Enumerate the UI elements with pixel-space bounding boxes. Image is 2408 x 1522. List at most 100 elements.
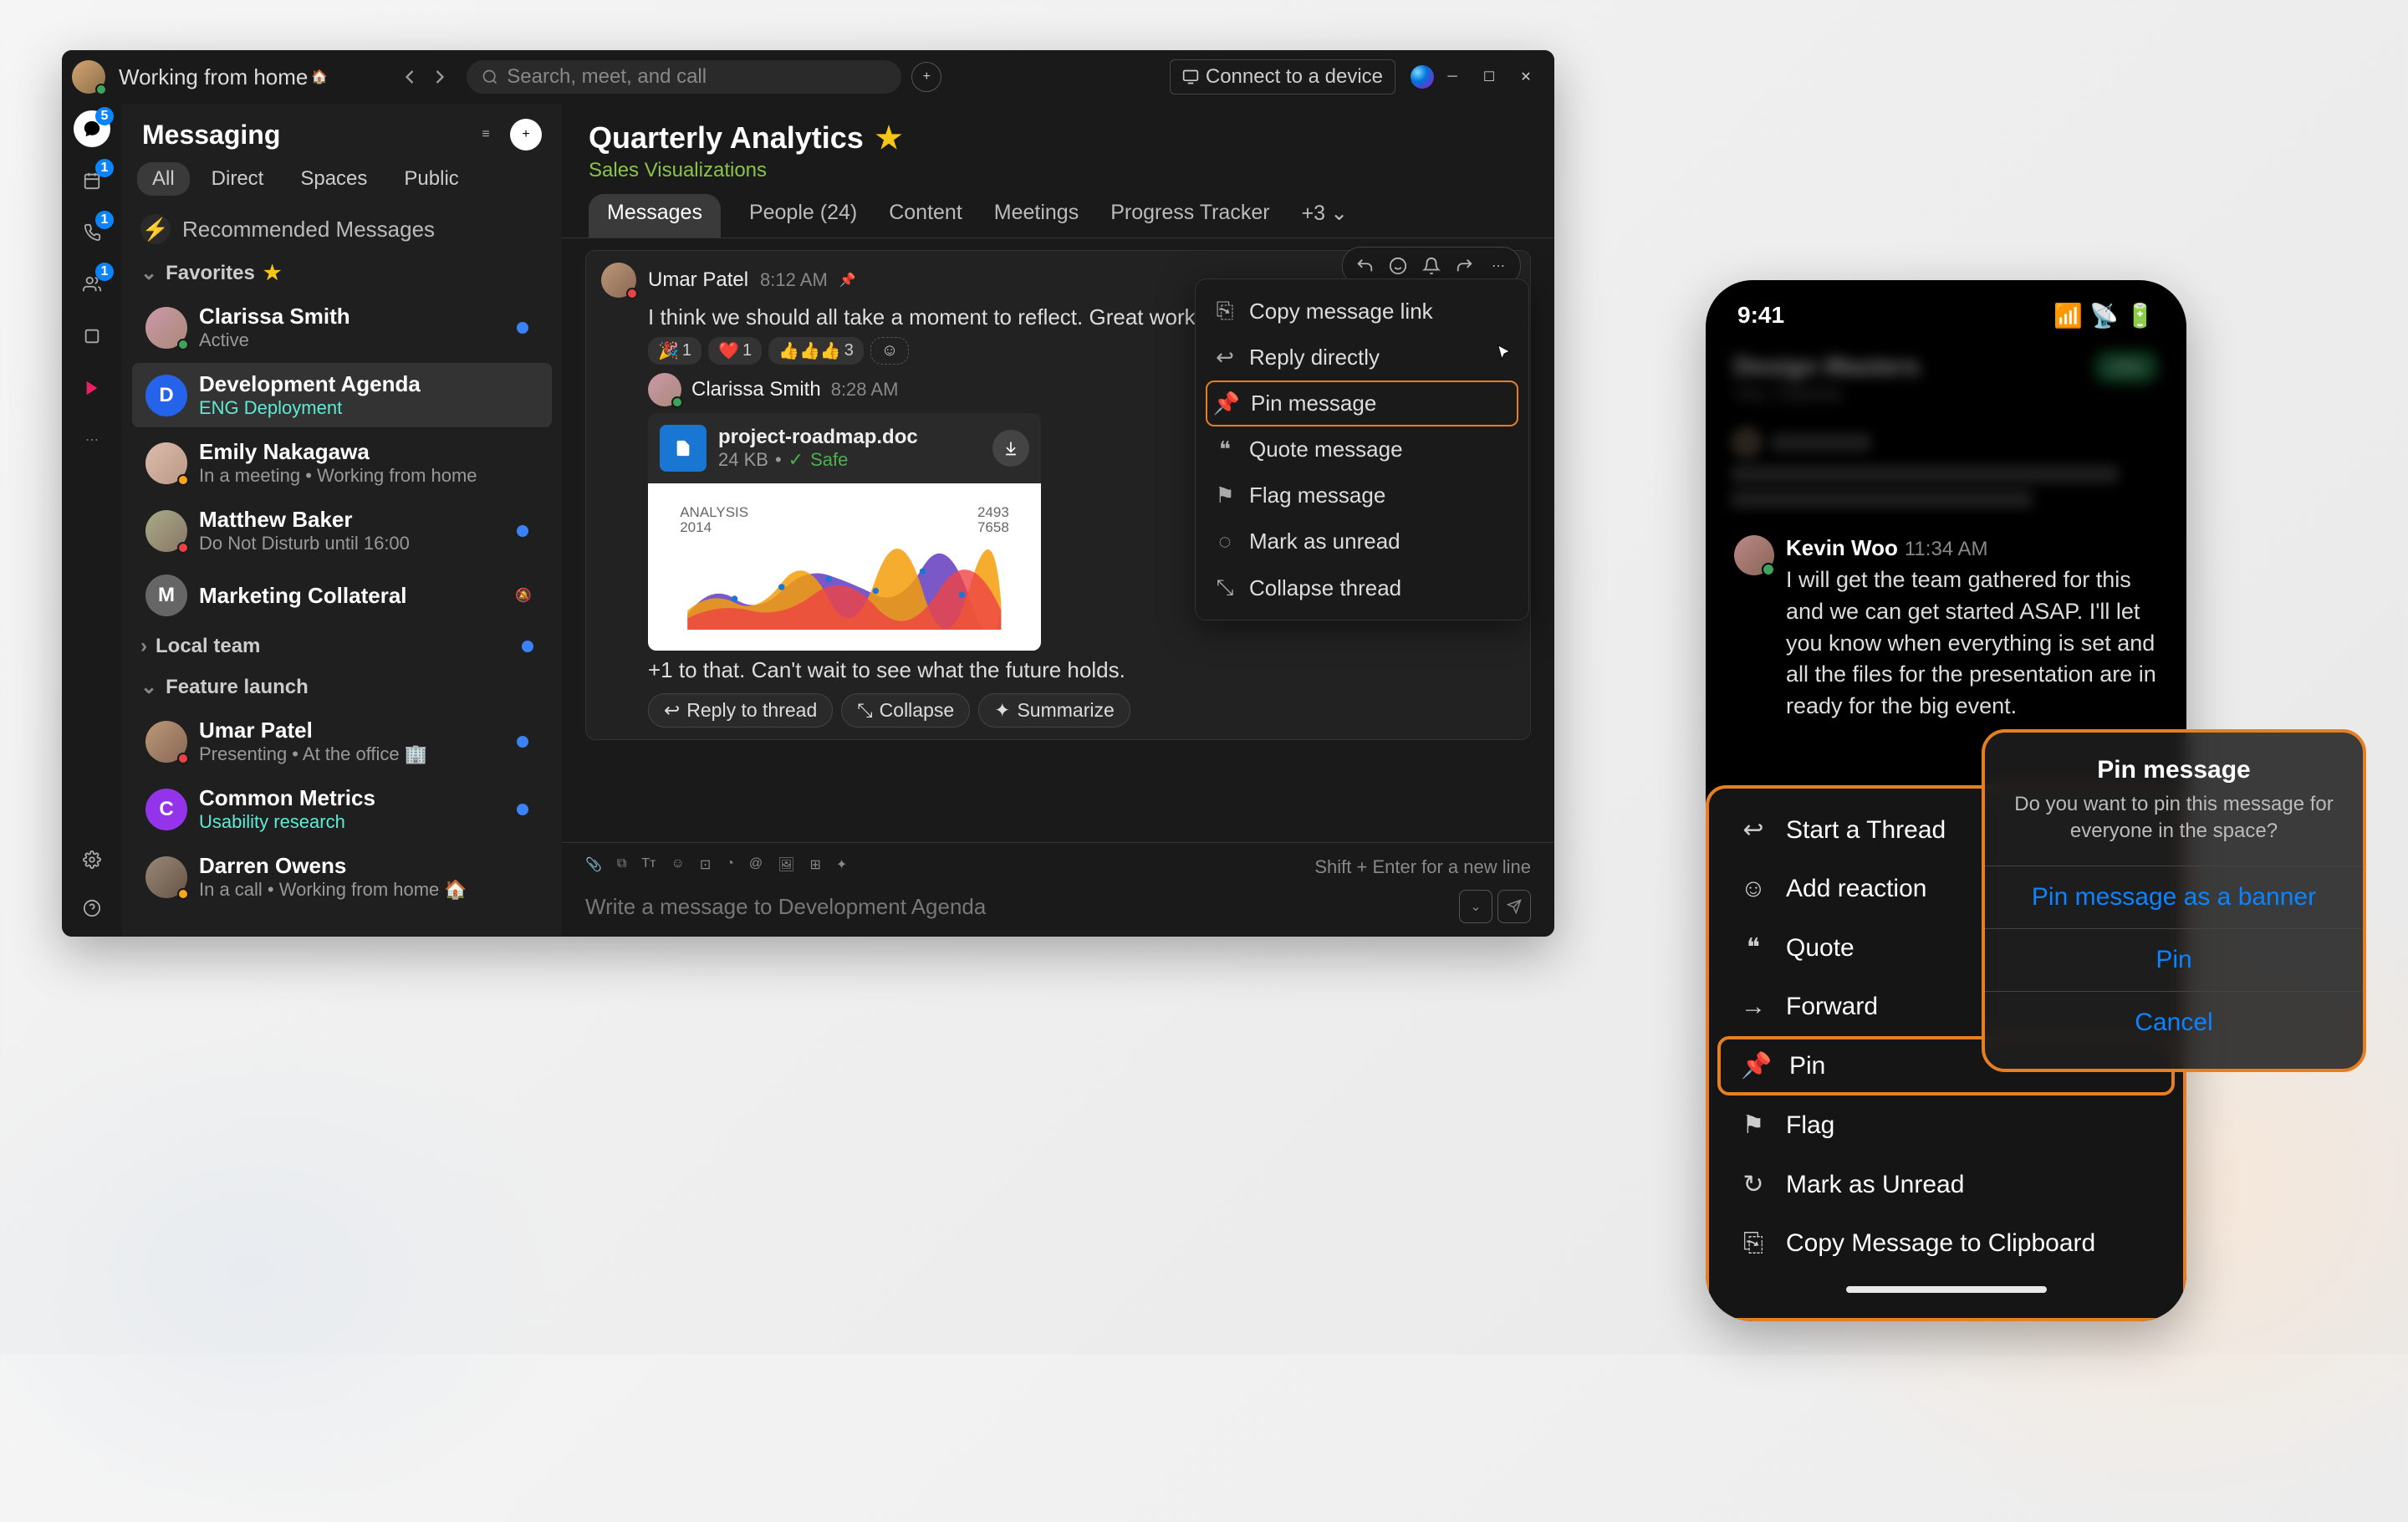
contact-umar[interactable]: Umar PatelPresenting • At the office 🏢 (132, 709, 552, 774)
reaction[interactable]: 🎉 1 (648, 337, 701, 365)
rail-clips[interactable] (74, 318, 110, 355)
contact-common[interactable]: C Common MetricsUsability research (132, 777, 552, 841)
m-act-copy[interactable]: ⎘Copy Message to Clipboard (1709, 1214, 2183, 1273)
m-act-flag[interactable]: ⚑Flag (1709, 1096, 2183, 1155)
attach-icon[interactable]: 📎 (585, 856, 602, 878)
wifi-icon: 📡 (2089, 302, 2119, 329)
minimize-button[interactable]: ─ (1434, 59, 1471, 95)
quote-icon: ❝ (1214, 437, 1236, 462)
favorites-section[interactable]: ⌄Favorites★ (122, 253, 562, 294)
doc-icon (660, 425, 707, 472)
panel-banner-button[interactable]: Pin message as a banner (2007, 866, 2341, 928)
space-title: Quarterly Analytics★ (589, 120, 1528, 156)
tab-messages[interactable]: Messages (589, 194, 721, 237)
file-attachment[interactable]: project-roadmap.doc 24 KB•✓ Safe ANALYSI… (648, 413, 1041, 651)
reply-thread-button[interactable]: ↩ Reply to thread (648, 693, 833, 728)
summarize-button[interactable]: ✦ Summarize (978, 693, 1130, 728)
nav-forward-button[interactable] (425, 62, 455, 92)
mobile-header-blurred: Design MastersJoin You, Clarissa (1706, 338, 2186, 418)
rail-teams[interactable]: 1 (74, 266, 110, 303)
tab-meetings[interactable]: Meetings (991, 194, 1082, 237)
feature-section[interactable]: ⌄Feature launch (122, 667, 562, 707)
gif-icon[interactable]: ⊡ (700, 856, 711, 878)
search-input[interactable]: Search, meet, and call (467, 60, 901, 94)
maximize-button[interactable]: ☐ (1471, 59, 1508, 95)
connect-device-button[interactable]: Connect to a device (1170, 59, 1395, 94)
rail-vidcast[interactable] (74, 370, 110, 406)
bitmoji-icon[interactable]: ◔ (726, 856, 734, 878)
star-icon[interactable]: ★ (875, 120, 902, 156)
contact-dev-agenda[interactable]: D Development AgendaENG Deployment (132, 363, 552, 427)
mobile-message[interactable]: Kevin Woo11:34 AM I will get the team ga… (1706, 524, 2186, 734)
contact-emily[interactable]: Emily NakagawaIn a meeting • Working fro… (132, 431, 552, 495)
ctx-pin[interactable]: 📌Pin message (1206, 380, 1518, 426)
filter-direct[interactable]: Direct (196, 162, 279, 196)
tab-more[interactable]: +3⌄ (1298, 194, 1351, 237)
rail-help[interactable] (74, 890, 110, 927)
filter-all[interactable]: All (137, 162, 190, 196)
msg-author[interactable]: Umar Patel (648, 268, 748, 292)
panel-cancel-button[interactable]: Cancel (2007, 992, 2341, 1054)
format-icon[interactable]: Tт (641, 856, 656, 878)
ctx-unread[interactable]: ◌Mark as unread (1196, 518, 1528, 564)
ctx-reply[interactable]: ↩Reply directly (1196, 335, 1528, 380)
ctx-copy-link[interactable]: ⎘Copy message link (1196, 288, 1528, 335)
unread-icon: ◌ (1214, 529, 1236, 554)
msg-time: 8:12 AM (760, 269, 828, 291)
filter-public[interactable]: Public (389, 162, 473, 196)
local-section[interactable]: ›Local team (122, 626, 562, 667)
tab-progress[interactable]: Progress Tracker (1107, 194, 1273, 237)
reaction[interactable]: 👍👍👍 3 (768, 337, 864, 365)
battery-icon: 🔋 (2125, 302, 2155, 329)
filter-button[interactable]: ≡ (470, 119, 502, 151)
reply-icon: ↩ (1214, 345, 1236, 370)
rail-calendar[interactable]: 1 (74, 162, 110, 199)
emoji-icon[interactable]: ☺ (671, 856, 684, 878)
m-act-unread[interactable]: ↻Mark as Unread (1709, 1155, 2183, 1214)
add-button[interactable]: + (911, 62, 941, 92)
collapse-button[interactable]: ⤡ Collapse (841, 693, 970, 728)
contact-matthew[interactable]: Matthew BakerDo Not Disturb until 16:00 (132, 498, 552, 563)
ctx-collapse[interactable]: ⤡Collapse thread (1196, 564, 1528, 611)
ctx-quote[interactable]: ❝Quote message (1196, 426, 1528, 472)
nav-back-button[interactable] (395, 62, 425, 92)
mention-icon[interactable]: @ (749, 856, 763, 878)
composer-input[interactable]: Write a message to Development Agenda (585, 894, 986, 920)
rail-more[interactable]: ⋯ (74, 421, 110, 458)
self-status[interactable]: Working from home (119, 64, 308, 90)
contact-marketing[interactable]: M Marketing Collateral 🔕 (132, 566, 552, 625)
close-button[interactable]: ✕ (1508, 59, 1544, 95)
panel-pin-button[interactable]: Pin (2007, 929, 2341, 991)
search-placeholder: Search, meet, and call (507, 65, 707, 89)
forward-icon[interactable] (1450, 251, 1480, 281)
more-icon[interactable]: ⋯ (1483, 251, 1513, 281)
react-icon[interactable] (1383, 251, 1413, 281)
add-reaction[interactable]: ☺ (870, 337, 909, 365)
expand-button[interactable]: ⌄ (1459, 890, 1492, 923)
main-panel: Quarterly Analytics★ Sales Visualization… (562, 104, 1554, 937)
rail-messaging[interactable]: 5 (74, 110, 110, 147)
signal-icon: 📶 (2053, 302, 2083, 329)
send-button[interactable] (1497, 890, 1531, 923)
capture-icon[interactable]: ⧉ (617, 856, 626, 878)
reply-icon[interactable] (1349, 251, 1380, 281)
new-message-button[interactable]: + (510, 119, 542, 151)
reaction[interactable]: ❤️ 1 (708, 337, 762, 365)
ctx-flag[interactable]: ⚑Flag message (1196, 472, 1528, 518)
download-button[interactable] (992, 430, 1029, 467)
apps-icon[interactable]: ⊞ (809, 856, 820, 878)
contact-darren[interactable]: Darren OwensIn a call • Working from hom… (132, 845, 552, 909)
rail-calls[interactable]: 1 (74, 214, 110, 251)
recommended-row[interactable]: ⚡ Recommended Messages (122, 206, 562, 253)
self-avatar[interactable] (72, 60, 105, 94)
remind-icon[interactable] (1416, 251, 1446, 281)
filter-spaces[interactable]: Spaces (285, 162, 382, 196)
contact-clarissa[interactable]: Clarissa SmithActive (132, 295, 552, 360)
tab-content[interactable]: Content (885, 194, 966, 237)
ai-icon[interactable]: ✦ (836, 856, 847, 878)
rail-settings[interactable] (74, 841, 110, 878)
image-icon[interactable]: 🖼 (778, 856, 794, 878)
tab-people[interactable]: People (24) (746, 194, 860, 237)
browser-icon[interactable] (1411, 65, 1434, 89)
home-indicator[interactable] (1846, 1286, 2047, 1293)
